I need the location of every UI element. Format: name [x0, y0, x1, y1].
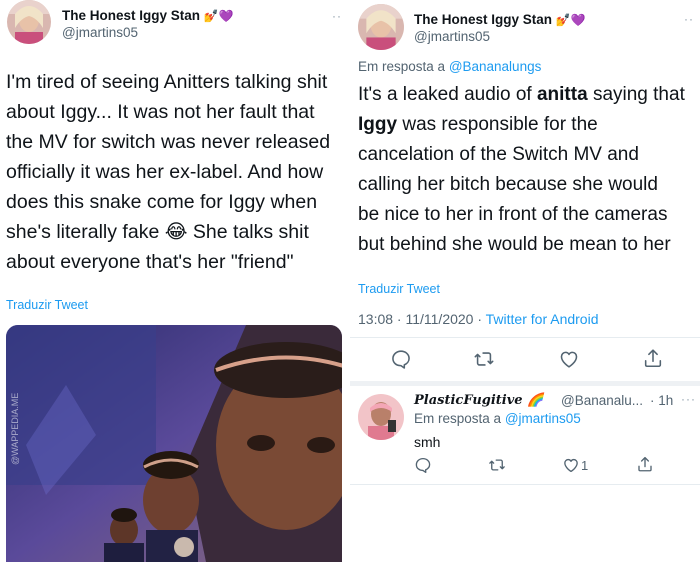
author-handle[interactable]: @jmartins05: [414, 29, 490, 44]
share-icon: [644, 349, 662, 368]
reply-author-name[interactable]: PlasticFugitive 🌈: [414, 393, 543, 408]
tweet-line: Iggy was responsible for the: [358, 114, 598, 135]
reply-prefix: Em resposta a: [358, 59, 446, 74]
reply-time: · 1h: [650, 393, 674, 408]
tweet-line: the MV for switch was never released: [6, 131, 331, 153]
tweet-line: be nice to her in front of the cameras: [358, 204, 668, 225]
timestamp-text: 13:08 · 11/11/2020 ·: [358, 311, 486, 327]
tweet-media-image[interactable]: @WAPPEDIA.ME: [6, 325, 342, 562]
tweet-line: but behind she would be mean to her: [358, 234, 671, 255]
tweet-line: I'm tired of seeing Anitters talking shi…: [6, 71, 328, 93]
tweet-line: It's a leaked audio of anitta saying tha…: [358, 84, 685, 105]
reply-icon: [392, 350, 410, 369]
share-icon: [638, 456, 652, 472]
tweet-line: cancelation of the Switch MV and: [358, 144, 639, 165]
tweet-line: officially it was her ex-label. And how: [6, 161, 324, 183]
reply-context: Em resposta a @Bananalungs: [358, 59, 541, 74]
translate-tweet-link[interactable]: Traduzir Tweet: [358, 282, 440, 296]
author-avatar[interactable]: [358, 4, 404, 50]
tweet-body: I'm tired of seeing Anitters talking shi…: [6, 67, 345, 277]
divider-line: [350, 337, 700, 338]
more-options-icon[interactable]: ··: [332, 9, 342, 23]
tweet-line: calling her bitch because she would: [358, 174, 658, 195]
reply-prefix: Em resposta a: [414, 411, 502, 426]
like-button[interactable]: 1: [562, 456, 588, 474]
reply-author-avatar[interactable]: [358, 394, 404, 440]
author-avatar[interactable]: [7, 0, 51, 44]
reply-mention-link[interactable]: @jmartins05: [505, 411, 581, 426]
more-options-icon[interactable]: ···: [681, 392, 696, 406]
author-name[interactable]: The Honest Iggy Stan 💅💜: [62, 8, 234, 23]
like-icon: [564, 458, 578, 473]
share-button[interactable]: [636, 455, 654, 473]
more-options-icon[interactable]: ··: [684, 12, 694, 26]
author-emoji: 💅💜: [555, 13, 586, 27]
reply-context: Em resposta a @jmartins05: [414, 411, 581, 426]
right-tweet-panel: The Honest Iggy Stan 💅💜 @jmartins05 ·· E…: [350, 0, 700, 562]
retweet-icon: [489, 459, 505, 471]
media-watermark: @WAPPEDIA.ME: [10, 392, 20, 465]
like-button[interactable]: [558, 348, 580, 370]
retweet-icon: [474, 352, 494, 366]
tweet-line: about everyone that's her "friend": [6, 251, 294, 273]
tweet-source-link[interactable]: Twitter for Android: [486, 311, 599, 327]
reply-body: smh: [414, 434, 441, 450]
translate-tweet-link[interactable]: Traduzir Tweet: [6, 298, 88, 312]
reply-author-handle[interactable]: @Bananalu...: [561, 393, 643, 408]
author-emoji: 💅💜: [203, 9, 234, 23]
tweet-timestamp: 13:08 · 11/11/2020 · Twitter for Android: [358, 311, 598, 327]
author-name-text: The Honest Iggy Stan: [62, 8, 201, 23]
divider-line: [350, 381, 700, 386]
author-handle[interactable]: @jmartins05: [62, 25, 138, 40]
reply-mention-link[interactable]: @Bananalungs: [449, 59, 542, 74]
author-name-text: The Honest Iggy Stan: [414, 12, 553, 27]
divider-line: [350, 484, 700, 485]
tweet-line: about Iggy... It was not her fault that: [6, 101, 315, 123]
like-count: 1: [581, 457, 589, 473]
retweet-button[interactable]: [472, 348, 496, 370]
tweet-line: she's literally fake 😂 She talks shit: [6, 221, 309, 243]
left-tweet-panel: The Honest Iggy Stan 💅💜 @jmartins05 ·· I…: [0, 0, 345, 562]
reply-icon: [415, 457, 431, 474]
author-name[interactable]: The Honest Iggy Stan 💅💜: [414, 12, 586, 27]
reply-button[interactable]: [390, 348, 412, 370]
tweet-line: does this snake come for Iggy when: [6, 191, 318, 213]
retweet-button[interactable]: [487, 456, 507, 474]
tweet-body: It's a leaked audio of anitta saying tha…: [358, 80, 700, 260]
like-icon: [560, 351, 578, 368]
share-button[interactable]: [642, 347, 664, 369]
reply-button[interactable]: [414, 456, 432, 474]
